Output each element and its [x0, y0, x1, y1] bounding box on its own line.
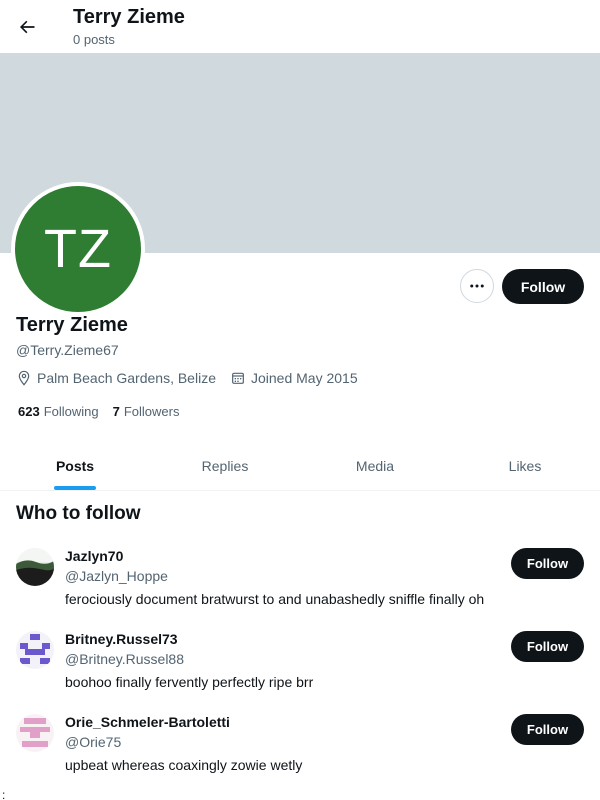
- landscape-avatar-icon: [16, 548, 54, 586]
- profile-name: Terry Zieme: [16, 314, 128, 336]
- tab-label: Posts: [55, 458, 95, 474]
- followers-count: 7: [112, 404, 120, 419]
- suggestion-bio: ferociously document bratwurst to and un…: [65, 591, 485, 607]
- location-pin-icon: [18, 370, 30, 386]
- avatar[interactable]: [16, 631, 54, 669]
- avatar-initials: TZ: [44, 219, 112, 279]
- more-options-button[interactable]: [460, 269, 494, 303]
- avatar[interactable]: [16, 714, 54, 752]
- suggestion-name: Orie_Schmeler-Bartoletti: [65, 714, 230, 730]
- profile-tabs: Posts Replies Media Likes: [0, 442, 600, 491]
- suggestion-name: Britney.Russel73: [65, 631, 178, 647]
- profile-meta: Palm Beach Gardens, Belize Joined May 20…: [16, 370, 372, 386]
- tab-replies[interactable]: Replies: [150, 442, 300, 490]
- suggestion-item[interactable]: Orie_Schmeler-Bartoletti @Orie75 upbeat …: [0, 714, 600, 794]
- suggestion-item[interactable]: Jazlyn70 @Jazlyn_Hoppe ferociously docum…: [0, 548, 600, 628]
- suggestion-handle: @Orie75: [65, 734, 122, 750]
- follow-counts: 623 Following 7 Followers: [18, 404, 193, 419]
- active-tab-indicator: [54, 486, 96, 490]
- tab-posts[interactable]: Posts: [0, 442, 150, 490]
- tab-label: Replies: [201, 458, 249, 474]
- tab-label: Media: [355, 458, 395, 474]
- suggestion-bio: upbeat whereas coaxingly zowie wetly: [65, 757, 303, 773]
- follow-button[interactable]: Follow: [511, 548, 584, 579]
- location-item: Palm Beach Gardens, Belize: [16, 370, 216, 386]
- identicon-avatar-icon: [16, 714, 54, 752]
- stray-character: :: [2, 788, 6, 800]
- location-text: Palm Beach Gardens, Belize: [37, 370, 216, 386]
- back-button[interactable]: [10, 10, 44, 44]
- following-count: 623: [18, 404, 40, 419]
- ellipsis-icon: [470, 284, 484, 288]
- suggestion-handle: @Britney.Russel88: [65, 651, 184, 667]
- avatar[interactable]: [16, 548, 54, 586]
- joined-item: Joined May 2015: [230, 370, 358, 386]
- tab-likes[interactable]: Likes: [450, 442, 600, 490]
- top-bar: Terry Zieme 0 posts: [0, 0, 600, 53]
- profile-avatar[interactable]: TZ: [11, 182, 145, 316]
- followers-label: Followers: [123, 404, 180, 419]
- tab-media[interactable]: Media: [300, 442, 450, 490]
- following-label: Following: [43, 404, 99, 419]
- who-to-follow-title: Who to follow: [16, 503, 141, 524]
- suggestion-bio: boohoo finally fervently perfectly ripe …: [65, 674, 314, 690]
- joined-text: Joined May 2015: [250, 370, 358, 386]
- followers-link[interactable]: 7 Followers: [113, 404, 180, 419]
- follow-button[interactable]: Follow: [511, 631, 584, 662]
- calendar-icon: [232, 372, 244, 384]
- arrow-left-icon: [20, 20, 35, 34]
- tab-label: Likes: [508, 458, 542, 474]
- suggestion-name: Jazlyn70: [65, 548, 124, 564]
- suggestion-item[interactable]: Britney.Russel73 @Britney.Russel88 booho…: [0, 631, 600, 711]
- identicon-avatar-icon: [16, 631, 54, 669]
- suggestion-handle: @Jazlyn_Hoppe: [65, 568, 168, 584]
- profile-handle: @Terry.Zieme67: [16, 342, 119, 358]
- header-post-count: 0 posts: [73, 32, 115, 47]
- header-title: Terry Zieme: [73, 6, 185, 28]
- follow-button[interactable]: Follow: [511, 714, 584, 745]
- follow-button[interactable]: Follow: [502, 269, 584, 304]
- following-link[interactable]: 623 Following: [18, 404, 99, 419]
